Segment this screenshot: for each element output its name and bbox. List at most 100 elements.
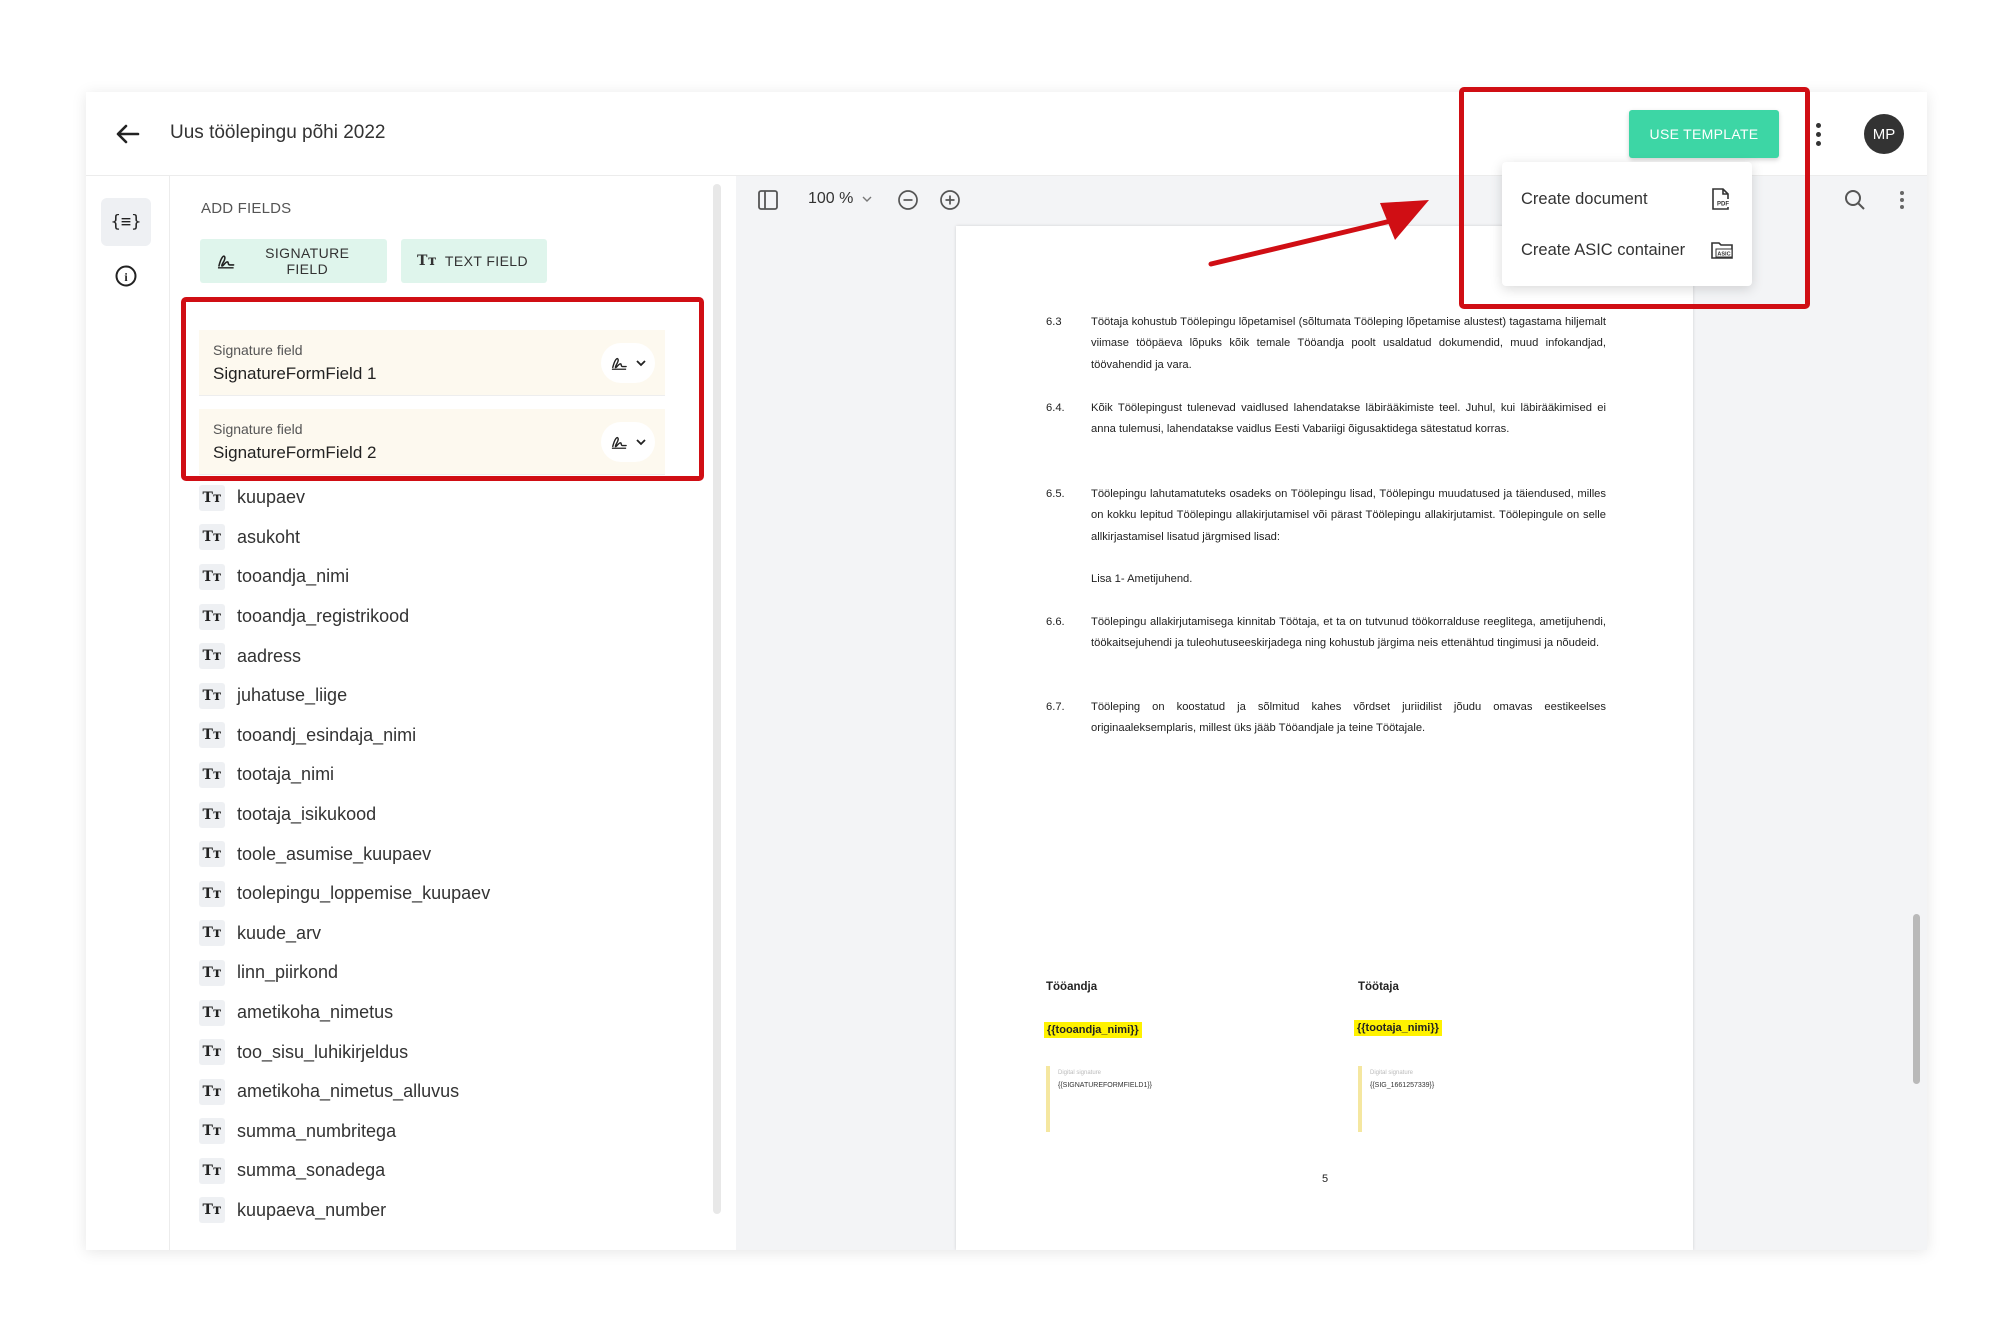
add-fields-panel: ADD FIELDS SIGNATURE FIELD Tт TEXT FIELD… [171, 176, 736, 1250]
signature-box-label: Digital signature [1058, 1070, 1102, 1076]
text-field-name: kuude_arv [237, 922, 322, 943]
create-asic-label: Create ASIC container [1521, 240, 1686, 259]
asic-container-icon: ASIC [1711, 242, 1733, 259]
document-page: 6.3 Töötaja kohustub Töölepingu lõpetamis… [956, 226, 1693, 1250]
text-field-item[interactable]: Tт tooandja_nimi [199, 557, 689, 597]
text-field-item[interactable]: Tт aadress [199, 636, 689, 676]
text-field-item[interactable]: Tт tooandja_registrikood [199, 597, 689, 637]
signature-field-name: SignatureFormField 1 [213, 364, 377, 383]
employer-placeholder[interactable]: {{tooandja_nimi}} [1044, 1022, 1142, 1038]
svg-text:i: i [124, 270, 128, 284]
text-field-icon: Tт [199, 801, 225, 828]
signature-field-item[interactable]: Signature field SignatureFormField 2 [199, 409, 665, 475]
panel-title: ADD FIELDS [201, 200, 292, 217]
zoom-level: 100 % [808, 190, 854, 207]
signature-pen-icon [611, 436, 627, 449]
signature-field-menu[interactable] [601, 422, 655, 462]
svg-text:PDF: PDF [1717, 202, 1729, 208]
search-icon[interactable] [1841, 186, 1869, 214]
zoom-out-icon[interactable] [894, 186, 922, 214]
employer-label: Tööandja [1046, 981, 1098, 993]
pdf-file-icon: PDF [1712, 188, 1730, 210]
text-field-icon: Tт [199, 722, 225, 749]
text-field-item[interactable]: Tт tootaja_nimi [199, 755, 689, 795]
fields-icon[interactable]: {≡} [101, 198, 151, 246]
text-field-icon: Tт [199, 1157, 225, 1184]
create-document-item[interactable]: Create document PDF [1502, 173, 1752, 225]
zoom-select[interactable]: 100 % [808, 190, 872, 208]
info-icon[interactable]: i [101, 252, 151, 300]
chevron-down-icon [862, 196, 872, 202]
signature-box-1[interactable]: Digital signature {{SIGNATUREFORMFIELD1}… [1046, 1066, 1196, 1132]
text-field-list: Tт kuupaev Tт asukoht Tт tooandja_nimi Tт tooan… [199, 478, 689, 1230]
text-field-item[interactable]: Tт tooandj_esindaja_nimi [199, 716, 689, 756]
text-field-item[interactable]: Tт ametikoha_nimetus_alluvus [199, 1072, 689, 1112]
text-field-item[interactable]: Tт toolepingu_loppemise_kuupaev [199, 874, 689, 914]
text-field-icon: Tт [199, 959, 225, 986]
text-field-name: aadress [237, 645, 302, 666]
text-field-name: ametikoha_nimetus [237, 1002, 394, 1023]
text-field-item[interactable]: Tт juhatuse_liige [199, 676, 689, 716]
text-field-icon: Tт [199, 1039, 225, 1066]
text-field-name: kuupaev [237, 487, 306, 508]
text-field-name: juhatuse_liige [237, 685, 348, 706]
more-options-icon[interactable] [1808, 118, 1828, 150]
create-asic-container-item[interactable]: Create ASIC container ASIC [1502, 224, 1752, 276]
text-field-item[interactable]: Tт ametikoha_nimetus [199, 993, 689, 1033]
signature-field-name: SignatureFormField 2 [213, 443, 377, 462]
text-field-item[interactable]: Tт toole_asumise_kuupaev [199, 834, 689, 874]
signature-field-kind: Signature field [213, 421, 303, 437]
create-document-label: Create document [1521, 189, 1648, 208]
clause: 6.5. Töölepingu lahutamatuteks osadeks on… [1046, 488, 1606, 543]
viewer-more-icon[interactable] [1888, 186, 1916, 214]
text-field-name: too_sisu_luhikirjeldus [237, 1041, 409, 1062]
text-field-name: summa_sonadega [237, 1160, 386, 1181]
text-field-icon: Tт [199, 682, 225, 709]
add-text-field-button[interactable]: Tт TEXT FIELD [401, 239, 547, 283]
panel-scrollbar[interactable] [713, 184, 721, 1214]
svg-text:ASIC: ASIC [1717, 251, 1730, 257]
viewer-scrollbar[interactable] [1913, 914, 1920, 1084]
signature-pen-icon [217, 255, 235, 269]
text-field-icon: Tт [199, 920, 225, 947]
signature-field-menu[interactable] [601, 343, 655, 383]
text-field-icon: Tт [199, 643, 225, 670]
document-viewer: 100 % 6.3 Töötaja kohustub Töölepingu lõp… [736, 176, 1927, 1250]
text-field-item[interactable]: Tт kuude_arv [199, 914, 689, 954]
text-field-name: summa_numbritega [237, 1120, 397, 1141]
text-field-icon: Tт [199, 880, 225, 907]
zoom-in-icon[interactable] [936, 186, 964, 214]
text-field-item[interactable]: Tт kuupaev [199, 478, 689, 518]
text-field-name: tooandja_registrikood [237, 606, 410, 627]
use-template-button[interactable]: USE TEMPLATE [1629, 110, 1779, 158]
text-field-icon: Tт [199, 603, 225, 630]
signature-box-2[interactable]: Digital signature {{SIG_1661257339}} [1358, 1066, 1508, 1132]
employee-label: Töötaja [1358, 981, 1399, 993]
chevron-down-icon [636, 360, 646, 367]
text-field-item[interactable]: Tт kuupaeva_number [199, 1191, 689, 1231]
signature-pen-icon [611, 357, 627, 370]
text-field-item[interactable]: Tт summa_sonadega [199, 1151, 689, 1191]
text-field-item[interactable]: Tт linn_piirkond [199, 953, 689, 993]
text-field-icon: Tт [199, 1197, 225, 1224]
clause: 6.7. Tööleping on koostatud ja sõlmitud k… [1046, 701, 1606, 735]
add-signature-field-button[interactable]: SIGNATURE FIELD [200, 239, 387, 283]
text-field-item[interactable]: Tт summa_numbritega [199, 1112, 689, 1152]
text-field-name: asukoht [237, 526, 301, 547]
signature-field-item[interactable]: Signature field SignatureFormField 1 [199, 330, 665, 396]
text-field-name: linn_piirkond [237, 962, 339, 983]
text-field-item[interactable]: Tт asukoht [199, 518, 689, 558]
text-field-icon: Tт [199, 563, 225, 590]
clause: Lisa 1- Ametijuhend. [1091, 573, 1193, 585]
back-arrow-icon[interactable] [112, 118, 144, 150]
text-field-name: ametikoha_nimetus_alluvus [237, 1081, 460, 1102]
clause: 6.6. Töölepingu allakirjutamisega kinnita… [1046, 616, 1606, 650]
text-field-icon: Tт [199, 524, 225, 551]
signature-field-kind: Signature field [213, 342, 303, 358]
sidebar-toggle-icon[interactable] [754, 186, 782, 214]
text-field-icon: Tт [199, 999, 225, 1026]
text-field-item[interactable]: Tт tootaja_isikukood [199, 795, 689, 835]
avatar[interactable]: MP [1864, 114, 1904, 154]
employee-placeholder[interactable]: {{tootaja_nimi}} [1354, 1020, 1442, 1036]
text-field-item[interactable]: Tт too_sisu_luhikirjeldus [199, 1032, 689, 1072]
